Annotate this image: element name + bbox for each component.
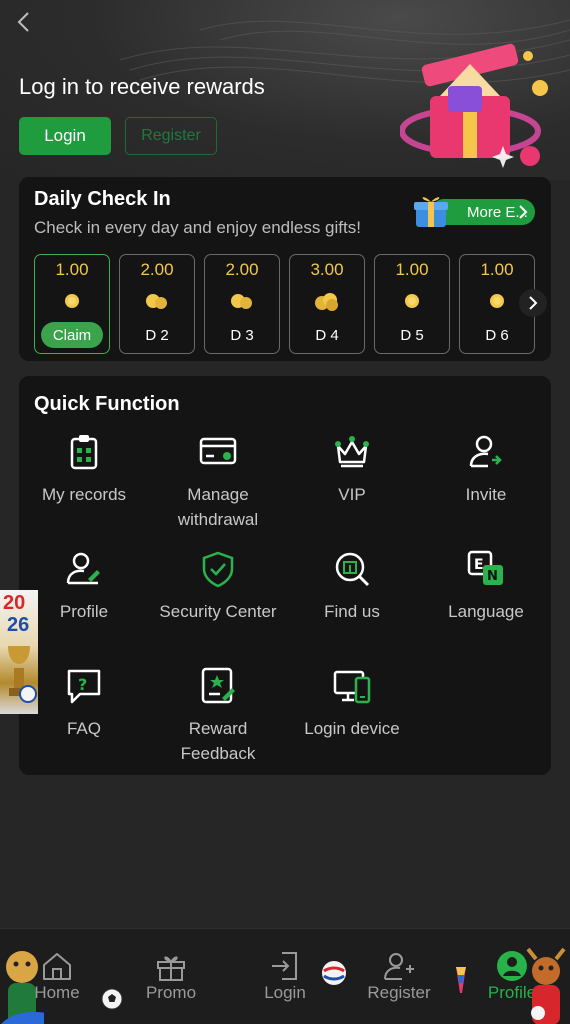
- quick-function-card: Quick Function My records Manage withdra…: [19, 376, 551, 775]
- qf-label: VIP: [338, 485, 366, 504]
- qf-reward-feedback[interactable]: Reward Feedback: [151, 666, 285, 766]
- quick-function-title: Quick Function: [34, 393, 180, 415]
- day-amount: 3.00: [310, 260, 344, 279]
- checkin-day-5[interactable]: 1.00 D 5: [374, 254, 450, 354]
- back-button[interactable]: [10, 8, 38, 36]
- day-amount: 1.00: [480, 260, 514, 279]
- day-label: D 5: [400, 327, 424, 344]
- chevron-right-icon: [529, 296, 538, 310]
- qf-label: My records: [41, 485, 127, 504]
- chevron-left-icon: [17, 12, 29, 32]
- invite-user-icon: [469, 435, 502, 468]
- coin-icon: [65, 294, 79, 308]
- checkin-title: Daily Check In: [34, 188, 171, 210]
- gift-box-illustration: [400, 43, 548, 168]
- tab-promo[interactable]: Promo: [121, 949, 221, 1003]
- daily-checkin-card: Daily Check In Check in every day and en…: [19, 177, 551, 361]
- crown-icon: [335, 436, 369, 468]
- device-icon: [333, 670, 371, 704]
- qf-vip[interactable]: VIP: [285, 432, 419, 507]
- profile-edit-icon: [66, 552, 100, 585]
- checkin-day-4[interactable]: 3.00 D 4: [289, 254, 365, 354]
- tab-label: Home: [34, 983, 80, 1002]
- qf-label: Security Center: [159, 602, 277, 621]
- chevron-right-icon: [519, 205, 528, 219]
- home-icon: [43, 953, 71, 980]
- claim-button[interactable]: Claim: [41, 322, 103, 348]
- faq-icon: ?: [67, 669, 101, 704]
- qf-label: Reward Feedback: [180, 719, 256, 763]
- gift-icon: [157, 956, 185, 981]
- feedback-icon: [201, 667, 235, 704]
- day-label: D 4: [315, 327, 339, 344]
- records-icon: [70, 435, 98, 470]
- day-amount: 1.00: [55, 260, 89, 279]
- day-label: D 2: [145, 327, 169, 344]
- coin-icon: [490, 294, 504, 308]
- qf-label: Manage withdrawal: [177, 485, 259, 529]
- login-button[interactable]: Login: [19, 117, 111, 155]
- checkin-day-1[interactable]: 1.00 Claim: [34, 254, 110, 354]
- svg-text:N: N: [487, 569, 498, 584]
- coin-icon: [405, 294, 419, 308]
- moose-mascot-icon: [526, 947, 566, 1024]
- coins-icon: [231, 294, 252, 309]
- shield-check-icon: [202, 551, 234, 588]
- tab-home[interactable]: Home: [7, 949, 107, 1003]
- qf-find-us[interactable]: Find us: [285, 549, 419, 624]
- qf-label: Find us: [324, 602, 380, 621]
- day-label: D 6: [485, 327, 509, 344]
- qf-language[interactable]: E N Language: [419, 549, 553, 624]
- checkin-day-2[interactable]: 2.00 D 2: [119, 254, 195, 354]
- login-prompt-text: Log in to receive rewards: [19, 74, 265, 99]
- qf-label: FAQ: [66, 719, 101, 738]
- tab-register[interactable]: Register: [349, 949, 449, 1003]
- day-amount: 2.00: [140, 260, 174, 279]
- coin-stack-icon: [315, 293, 338, 311]
- qf-label: Language: [448, 602, 524, 621]
- language-icon: E N: [467, 550, 503, 585]
- checkin-subtitle: Check in every day and enjoy endless gif…: [34, 218, 361, 237]
- wallet-card-icon: [199, 437, 237, 465]
- qf-login-device[interactable]: Login device: [285, 666, 419, 741]
- register-button[interactable]: Register: [125, 117, 217, 155]
- tab-label: Promo: [145, 983, 197, 1002]
- qf-my-records[interactable]: My records: [17, 432, 151, 507]
- search-building-icon: [335, 552, 370, 587]
- day-label: D 3: [230, 327, 254, 344]
- coins-icon: [146, 294, 167, 309]
- day-amount: 2.00: [225, 260, 259, 279]
- svg-text:?: ?: [78, 675, 87, 694]
- qf-manage-withdrawal[interactable]: Manage withdrawal: [151, 432, 285, 532]
- qf-invite[interactable]: Invite: [419, 432, 553, 507]
- bottom-tab-bar: Home Promo Login Register Profile: [0, 928, 570, 1024]
- worldcup-ball-icon: [322, 961, 346, 985]
- qf-security-center[interactable]: Security Center: [151, 549, 285, 624]
- qf-label: Login device: [304, 719, 400, 738]
- day-amount: 1.00: [395, 260, 429, 279]
- gift-box-icon: [414, 197, 448, 227]
- qf-label: Invite: [465, 485, 507, 504]
- worldcup-side-banner[interactable]: 20 26: [0, 590, 38, 714]
- checkin-day-3[interactable]: 2.00 D 3: [204, 254, 280, 354]
- svg-text:E: E: [474, 557, 484, 573]
- register-icon: [384, 953, 414, 980]
- checkin-next-button[interactable]: [519, 289, 547, 317]
- login-icon: [272, 952, 297, 980]
- trophy-icon: [8, 646, 37, 703]
- tab-label: Register: [367, 983, 431, 1002]
